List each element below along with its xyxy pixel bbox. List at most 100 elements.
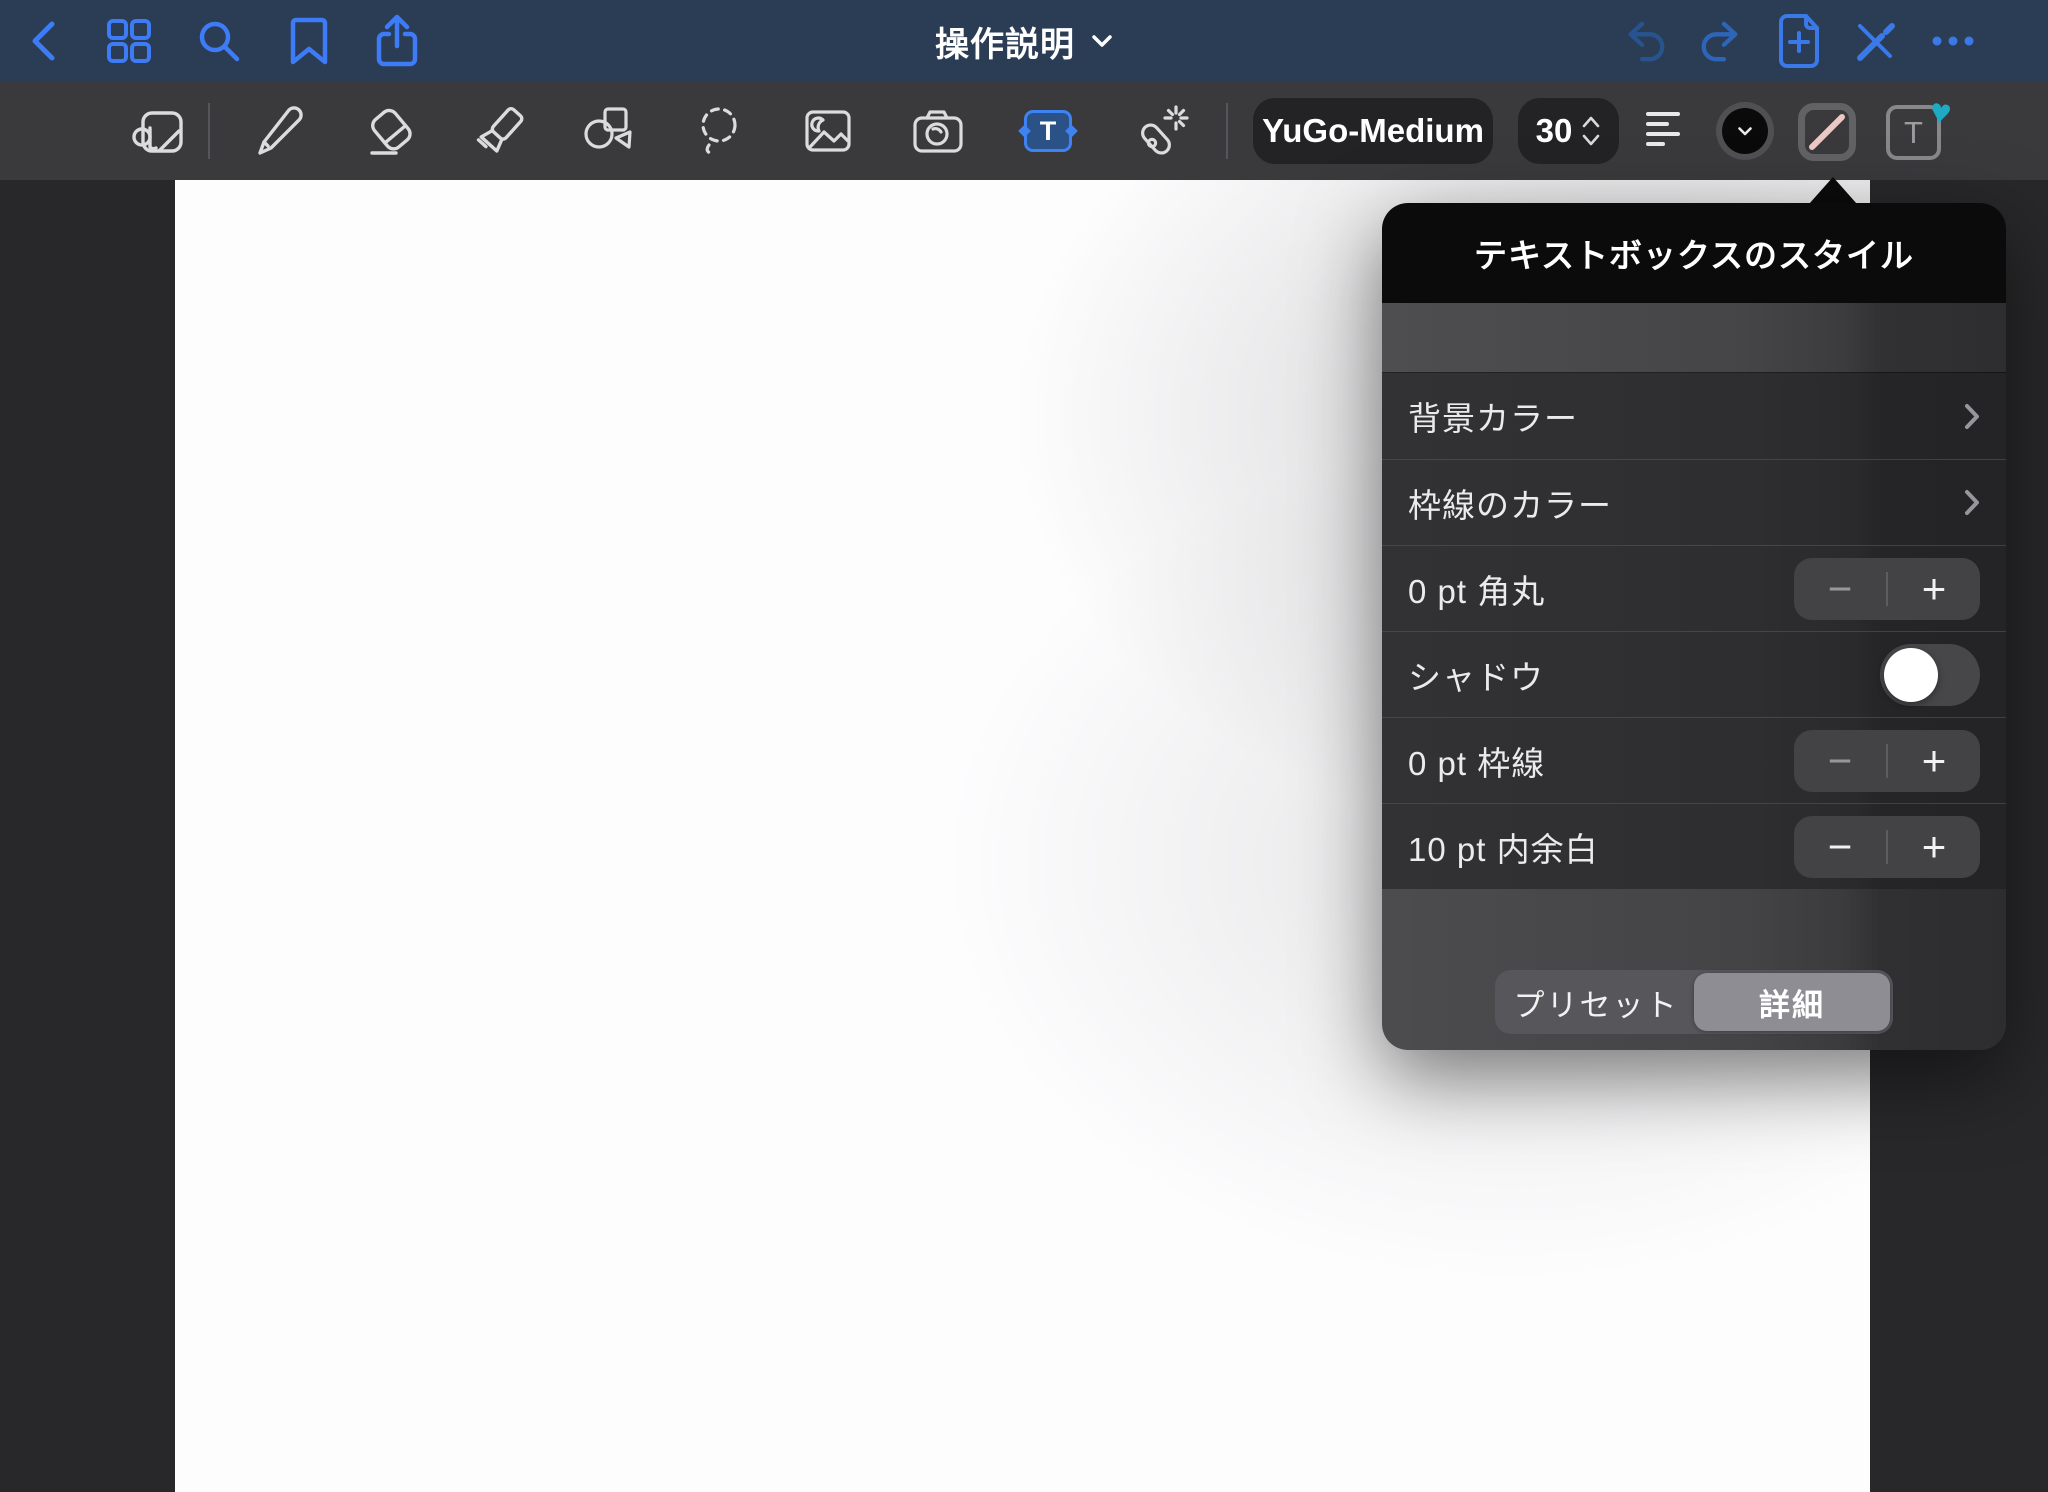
image-tool[interactable]	[792, 82, 864, 180]
style-letter: T	[1904, 115, 1923, 151]
segment-detail[interactable]: 詳細	[1694, 973, 1890, 1031]
bookmark-button[interactable]	[276, 0, 342, 82]
selection-handle-left	[1018, 125, 1031, 138]
undo-icon	[1622, 18, 1668, 64]
chevron-down-icon	[1737, 126, 1753, 137]
diagonal-stroke-icon	[1807, 112, 1847, 152]
laser-pointer-icon	[1131, 103, 1189, 159]
row-padding: 10 pt 内余白 − +	[1382, 803, 2006, 889]
selection-handle-right	[1065, 125, 1078, 138]
bookmark-icon	[287, 16, 331, 66]
text-tool-icon: T	[1024, 110, 1072, 152]
text-alignment-button[interactable]	[1646, 112, 1680, 146]
row-corner-radius: 0 pt 角丸 − +	[1382, 545, 2006, 631]
pen-icon	[251, 103, 307, 159]
current-color-swatch	[1722, 108, 1768, 154]
chevron-right-icon	[1964, 403, 1980, 430]
camera-icon	[910, 105, 966, 157]
popover-title: テキストボックスのスタイル	[1474, 229, 1914, 277]
corner-radius-stepper: − +	[1794, 558, 1980, 620]
highlighter-icon	[472, 103, 528, 159]
add-page-icon	[1777, 13, 1821, 69]
laser-pointer-tool[interactable]	[1124, 82, 1196, 180]
eraser-tool[interactable]	[355, 82, 427, 180]
pen-tool[interactable]	[243, 82, 315, 180]
text-tool-letter: T	[1040, 116, 1057, 147]
share-icon	[373, 14, 421, 68]
shapes-icon	[578, 103, 636, 159]
decrement-button[interactable]: −	[1794, 816, 1886, 878]
row-label: シャドウ	[1408, 651, 1544, 699]
eraser-icon	[363, 103, 419, 159]
row-background-color[interactable]: 背景カラー	[1382, 373, 2006, 459]
text-color-button[interactable]	[1716, 102, 1774, 160]
add-page-button[interactable]	[1766, 0, 1832, 82]
share-button[interactable]	[364, 0, 430, 82]
toggle-knob	[1884, 648, 1938, 702]
highlighter-tool[interactable]	[464, 82, 536, 180]
text-tool-selected[interactable]: T	[1012, 82, 1084, 180]
search-icon	[195, 17, 243, 65]
font-family-button[interactable]: YuGo-Medium	[1253, 98, 1493, 164]
decrement-button[interactable]: −	[1794, 558, 1886, 620]
row-border-color[interactable]: 枠線のカラー	[1382, 459, 2006, 545]
text-box-style-button[interactable]: T ♥	[1886, 105, 1941, 160]
back-button[interactable]	[10, 0, 76, 82]
image-icon	[800, 103, 856, 159]
top-navigation-bar: 操作説明	[0, 0, 2048, 82]
chevron-left-icon	[26, 18, 60, 64]
lasso-icon	[692, 103, 748, 159]
ellipsis-icon	[1929, 17, 1977, 65]
writing-panel-button[interactable]	[121, 82, 193, 180]
border-width-stepper: − +	[1794, 730, 1980, 792]
chevron-down-icon	[1091, 34, 1113, 48]
font-size-stepper[interactable]: 30	[1518, 98, 1619, 164]
row-label: 10 pt 内余白	[1408, 823, 1599, 871]
style-preview-band	[1382, 303, 2006, 373]
align-bar	[1646, 132, 1680, 136]
more-options-button[interactable]	[1920, 0, 1986, 82]
search-button[interactable]	[186, 0, 252, 82]
page-title: 操作説明	[935, 17, 1075, 66]
row-border-width: 0 pt 枠線 − +	[1382, 717, 2006, 803]
font-size-value: 30	[1536, 112, 1573, 150]
style-settings-list: 背景カラー 枠線のカラー 0 pt 角丸 − +	[1382, 373, 2006, 889]
edit-mode-toggle-button[interactable]	[1842, 0, 1908, 82]
row-label: 枠線のカラー	[1408, 479, 1612, 527]
up-down-chevrons-icon	[1581, 114, 1601, 148]
favorite-heart-icon: ♥	[1927, 90, 1954, 135]
undo-button[interactable]	[1612, 0, 1678, 82]
redo-button[interactable]	[1688, 0, 1754, 82]
lasso-tool[interactable]	[684, 82, 756, 180]
shapes-tool[interactable]	[571, 82, 643, 180]
border-color-button[interactable]	[1798, 103, 1856, 161]
increment-button[interactable]: +	[1888, 816, 1980, 878]
row-label: 背景カラー	[1408, 392, 1578, 440]
popover-arrow	[1809, 177, 1857, 204]
camera-tool[interactable]	[902, 82, 974, 180]
document-title-button[interactable]: 操作説明	[935, 0, 1113, 82]
padding-stepper: − +	[1794, 816, 1980, 878]
align-bar	[1646, 122, 1669, 126]
increment-button[interactable]: +	[1888, 558, 1980, 620]
decrement-button[interactable]: −	[1794, 730, 1886, 792]
redo-icon	[1698, 18, 1744, 64]
pen-cross-icon	[1851, 17, 1899, 65]
popover-header: テキストボックスのスタイル	[1382, 203, 2006, 303]
goodnotes-app: 操作説明	[0, 0, 2048, 1492]
segment-preset[interactable]: プリセット	[1498, 973, 1694, 1031]
increment-button[interactable]: +	[1888, 730, 1980, 792]
row-shadow: シャドウ	[1382, 631, 2006, 717]
font-family-label: YuGo-Medium	[1262, 112, 1484, 150]
grid-icon	[105, 17, 153, 65]
tools-toolbar: T YuGo-Medium	[0, 82, 2048, 180]
align-bar	[1646, 112, 1680, 116]
text-box-style-popover: テキストボックスのスタイル 背景カラー 枠線のカラー 0 pt 角丸	[1382, 203, 2006, 1050]
thumbnails-button[interactable]	[96, 0, 162, 82]
shadow-toggle-off[interactable]	[1880, 644, 1980, 706]
row-label: 0 pt 枠線	[1408, 737, 1545, 785]
writing-panel-icon	[129, 103, 185, 159]
chevron-right-icon	[1964, 489, 1980, 516]
toolbar-divider	[1226, 103, 1228, 159]
popover-footer: プリセット 詳細	[1382, 889, 2006, 1050]
